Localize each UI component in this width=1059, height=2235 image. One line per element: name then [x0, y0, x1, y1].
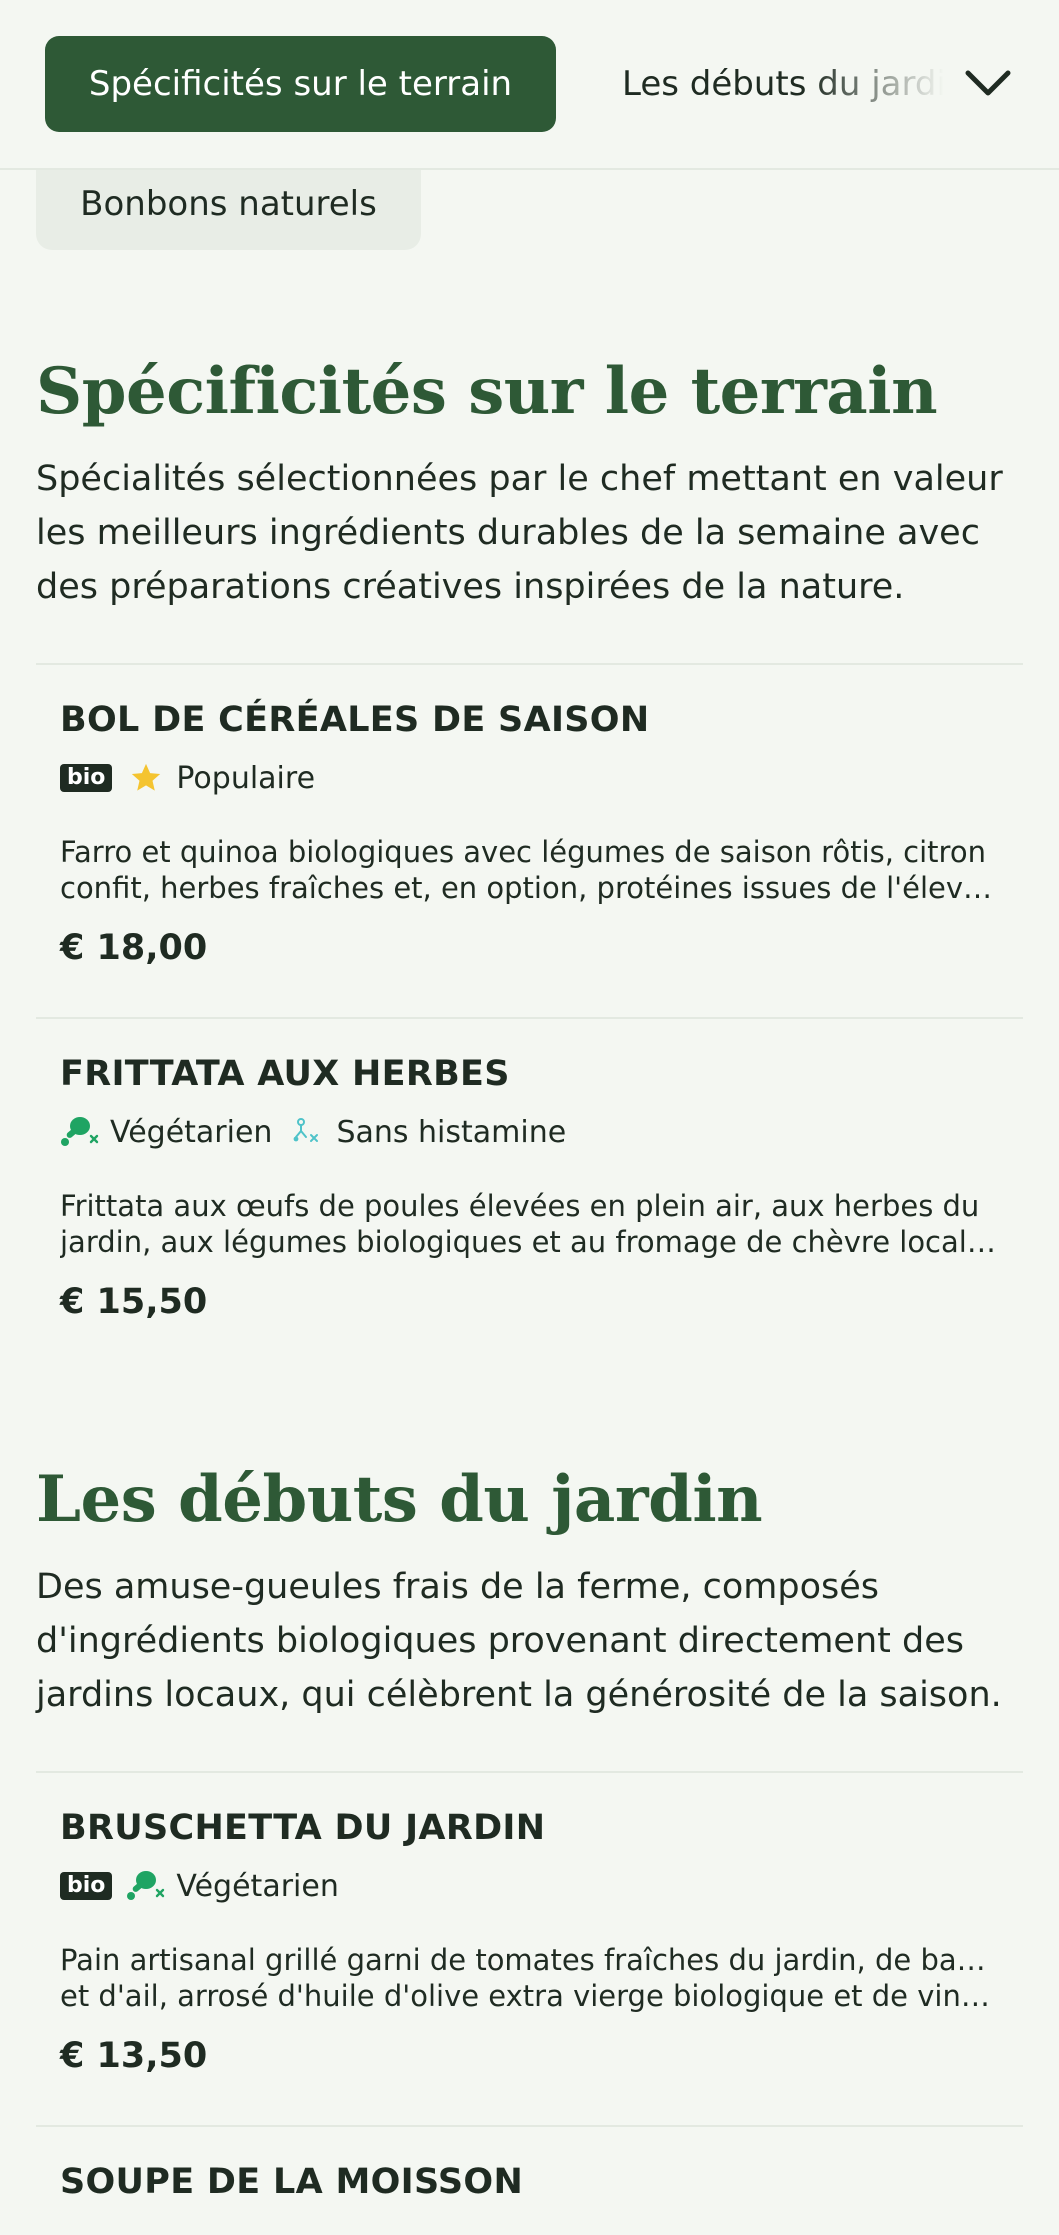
- item-description-line: Pain artisanal grillé garni de tomates f…: [60, 1943, 1000, 1977]
- item-description: Frittata aux œufs de poules élevées en p…: [60, 1188, 1000, 1260]
- menu-item[interactable]: BOL DE CÉRÉALES DE SAISON bio Populaire …: [36, 700, 1023, 1000]
- tag-label: Végétarien: [176, 1868, 339, 1904]
- organic-badge: bio: [60, 1872, 113, 1900]
- item-name: SOUPE DE LA MOISSON: [60, 2162, 524, 2202]
- histamine-free-icon: [286, 1112, 326, 1152]
- item-name: BOL DE CÉRÉALES DE SAISON: [60, 700, 650, 740]
- section-title: Spécificités sur le terrain: [36, 354, 938, 429]
- category-nav: Spécificités sur le terrain Les débuts d…: [0, 0, 1059, 170]
- category-tab-next[interactable]: Les débuts du jardin: [622, 36, 944, 132]
- item-price: € 15,50: [60, 1282, 208, 1322]
- item-description-line: confit, herbes fraîches et, en option, p…: [60, 871, 1000, 905]
- item-description: Pain artisanal grillé garni de tomates f…: [60, 1942, 1000, 2014]
- item-name: BRUSCHETTA DU JARDIN: [60, 1808, 546, 1848]
- chevron-down-icon[interactable]: [960, 56, 1016, 112]
- item-tags: Végétarien Sans histamine: [60, 1110, 566, 1154]
- tag-label: Végétarien: [110, 1114, 273, 1150]
- tag-histamine-free: Sans histamine: [286, 1112, 566, 1152]
- category-tab-label: Les débuts du jardin: [622, 64, 944, 104]
- item-tags: bio Populaire: [60, 756, 315, 800]
- item-description-line: jardin, aux légumes biologiques et au fr…: [60, 1225, 1000, 1259]
- tag-vegetarian: Végétarien: [126, 1866, 339, 1906]
- section-description: Spécialités sélectionnées par le chef me…: [36, 459, 1003, 607]
- item-tags: bio Végétarien: [60, 1864, 339, 1908]
- divider: [36, 663, 1023, 665]
- divider: [36, 1771, 1023, 1773]
- item-name: FRITTATA AUX HERBES: [60, 1054, 510, 1094]
- menu-item[interactable]: FRITTATA AUX HERBES Végétarien Sans hist…: [36, 1054, 1023, 1354]
- section-description: Des amuse-gueules frais de la ferme, com…: [36, 1567, 1002, 1715]
- tag-label: Populaire: [176, 760, 316, 796]
- menu-item[interactable]: SOUPE DE LA MOISSON: [36, 2162, 1023, 2235]
- vegetarian-drumstick-icon: [126, 1866, 166, 1906]
- item-description-line: et d'ail, arrosé d'huile d'olive extra v…: [60, 1979, 1000, 2013]
- vegetarian-drumstick-icon: [60, 1112, 100, 1152]
- tag-label: Sans histamine: [336, 1114, 567, 1150]
- category-tab-active[interactable]: Spécificités sur le terrain: [45, 36, 556, 132]
- tag-popular: Populaire: [126, 758, 315, 798]
- item-description-line: Farro et quinoa biologiques avec légumes…: [60, 835, 986, 869]
- tag-vegetarian: Végétarien: [60, 1112, 272, 1152]
- organic-badge: bio: [60, 764, 113, 792]
- divider: [36, 2125, 1023, 2127]
- section-title: Les débuts du jardin: [36, 1462, 763, 1537]
- item-price: € 18,00: [60, 928, 208, 968]
- item-description-line: Frittata aux œufs de poules élevées en p…: [60, 1189, 980, 1223]
- item-price: € 13,50: [60, 2036, 208, 2076]
- star-icon: [126, 758, 166, 798]
- item-description: Farro et quinoa biologiques avec légumes…: [60, 834, 1000, 906]
- menu-item[interactable]: BRUSCHETTA DU JARDIN bio Végétarien Pain…: [36, 1808, 1023, 2108]
- divider: [36, 1017, 1023, 1019]
- category-chip-label: Bonbons naturels: [80, 184, 377, 224]
- category-tab-label: Spécificités sur le terrain: [88, 64, 513, 104]
